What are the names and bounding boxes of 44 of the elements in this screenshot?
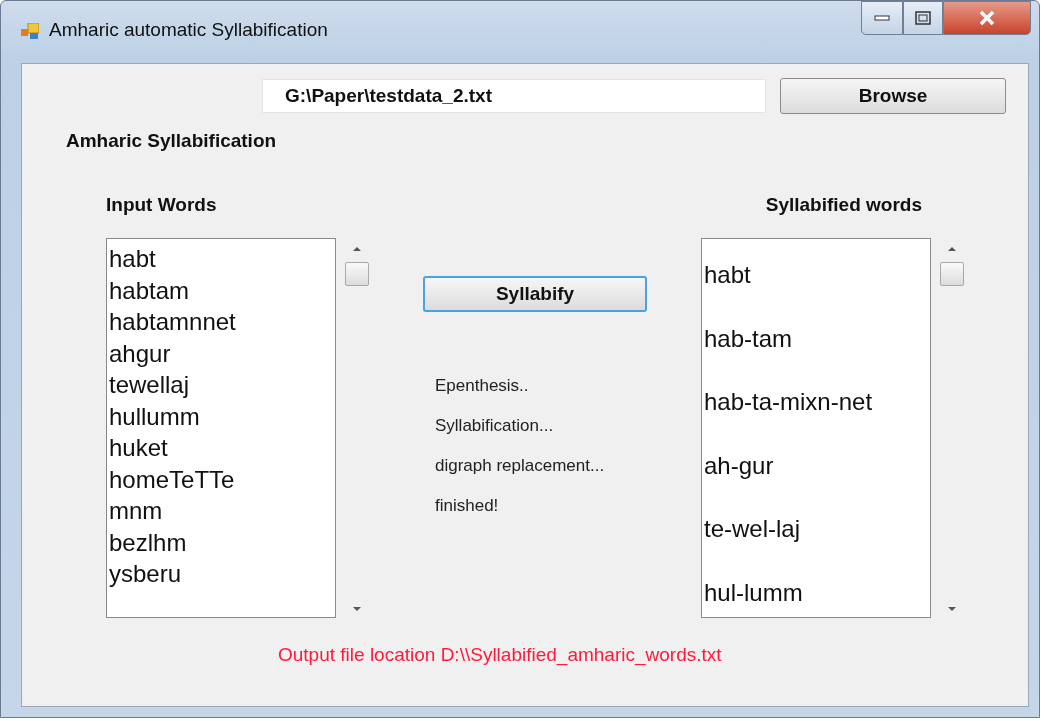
close-icon [978, 10, 996, 26]
group-label: Amharic Syllabification [66, 130, 277, 152]
list-item[interactable]: huket [109, 432, 168, 464]
scroll-down-icon[interactable] [947, 606, 957, 612]
list-item[interactable]: hab-ta-mixn-net [704, 370, 873, 434]
list-item[interactable]: habt [109, 243, 156, 275]
scrollbar-thumb[interactable] [940, 262, 964, 286]
list-item[interactable]: hul-lumm [704, 560, 803, 617]
minimize-button[interactable] [861, 1, 903, 35]
file-path-field[interactable]: G:\Paper\testdata_2.txt [262, 79, 766, 113]
syllabify-button[interactable]: Syllabify [423, 276, 647, 312]
list-item[interactable]: tewellaj [109, 369, 190, 401]
list-item[interactable]: ahgur [109, 337, 171, 369]
app-icon [21, 23, 39, 39]
list-item[interactable]: hullumm [109, 400, 200, 432]
close-button[interactable] [943, 1, 1031, 35]
status-text: Syllabification... [435, 415, 554, 437]
list-item[interactable]: habtam [109, 274, 190, 306]
output-message: Output file location D:\\Syllabified_amharic_words.txt [278, 644, 722, 666]
list-item[interactable]: bezlhm [109, 526, 187, 558]
scroll-down-icon[interactable] [352, 606, 362, 612]
status-text: finished! [435, 495, 499, 517]
list-item[interactable]: mnm [109, 495, 163, 527]
word-list[interactable]: habt hab-tam hab-ta-mixn-net ah-gur te-wel-laj hul-lumm [701, 238, 931, 618]
syllabified-words-label: Syllabified words [765, 194, 922, 216]
input-words-label: Input Words [106, 194, 217, 216]
word-list[interactable]: habt habtam habtamnnet ahgur tewellaj hullumm huket homeTeTTe mnm bezlhm ysberu [106, 238, 336, 618]
list-item[interactable]: te-wel-laj [704, 497, 801, 561]
list-item[interactable]: ysberu [109, 558, 182, 590]
list-item[interactable]: homeTeTTe [109, 463, 235, 495]
list-item[interactable]: habtamnnet [109, 306, 236, 338]
window-title: Amharic automatic Syllabification [49, 19, 328, 41]
scroll-up-icon[interactable] [352, 246, 362, 252]
browse-button[interactable]: Browse [780, 78, 1006, 114]
minimize-icon [874, 15, 890, 21]
scroll-up-icon[interactable] [947, 246, 957, 252]
maximize-icon [915, 11, 931, 25]
maximize-button[interactable] [903, 1, 943, 35]
scrollbar-thumb[interactable] [345, 262, 369, 286]
status-text: Epenthesis.. [435, 375, 529, 397]
list-item[interactable]: hab-tam [704, 306, 793, 370]
list-item[interactable]: ah-gur [704, 433, 774, 497]
status-text: digraph replacement... [435, 455, 605, 477]
list-item[interactable]: habt [704, 243, 751, 307]
